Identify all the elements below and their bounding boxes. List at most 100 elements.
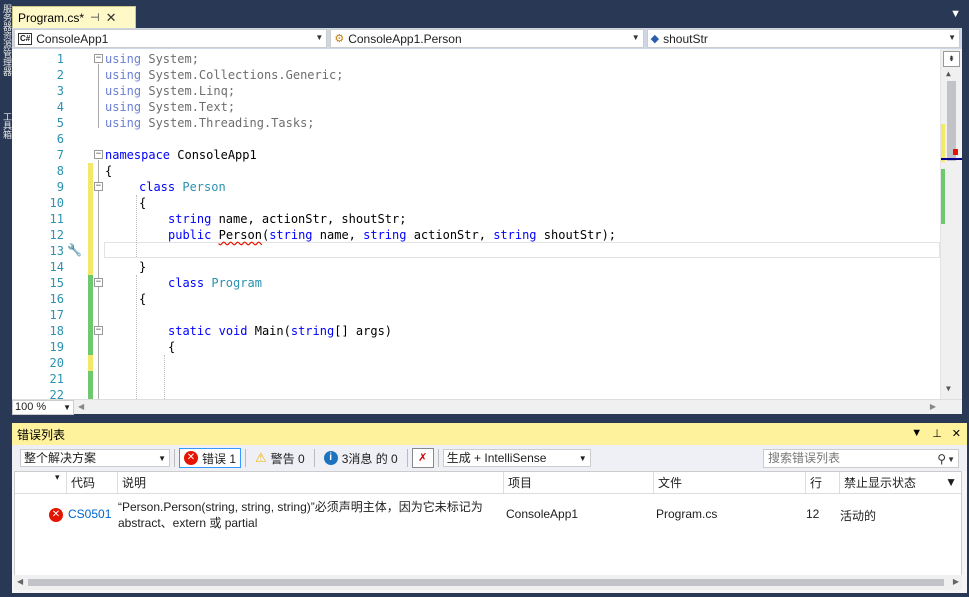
table-row[interactable]: ✕ CS0501 “Person.Person(string, string, … — [15, 494, 961, 538]
search-placeholder: 搜索错误列表 — [768, 451, 841, 465]
column-header-file[interactable]: 文件 — [654, 472, 806, 494]
line-number: 19 — [49, 340, 64, 354]
toolbar-separator — [406, 449, 408, 467]
column-header-severity[interactable]: ▾ — [15, 472, 67, 494]
field-icon: ◆ — [650, 33, 660, 45]
pin-icon[interactable]: ⊣ — [90, 11, 100, 24]
panel-menu-chevron-icon[interactable]: ▼ — [911, 427, 922, 440]
collapse-icon[interactable]: − — [94, 54, 103, 63]
error-list-column-headers: ▾ 代码 说明 项目 文件 行 禁止显示状态 ▼ — [15, 472, 961, 494]
column-header-code[interactable]: 代码 — [67, 472, 118, 494]
line-number: 17 — [49, 308, 64, 322]
quick-actions-screwdriver-icon[interactable]: 🔧 — [67, 243, 82, 257]
error-description-line2: abstract、extern 或 partial — [118, 516, 258, 530]
code-line: class Person — [139, 180, 226, 194]
scroll-left-arrow-icon[interactable]: ◀ — [78, 402, 84, 411]
build-filter-dropdown[interactable]: 生成 + IntelliSense ▼ — [442, 449, 591, 467]
error-list-horizontal-scrollbar[interactable]: ◀ ▶ — [14, 575, 962, 590]
tab-overflow-chevron-icon[interactable]: ▼ — [950, 8, 961, 20]
messages-count-label: 3消息 的 0 — [341, 451, 398, 466]
line-number: 4 — [56, 100, 64, 114]
scroll-up-arrow-icon[interactable]: ▲ — [946, 69, 951, 78]
scroll-error-marker — [953, 149, 958, 155]
error-squiggle: Person — [218, 228, 262, 242]
code-line: public Person(string name, string action… — [168, 228, 617, 242]
line-number: 18 — [49, 324, 64, 338]
scrollbar-thumb[interactable] — [28, 579, 944, 586]
line-number: 13 — [49, 244, 64, 258]
pin-icon[interactable]: ⊥ — [932, 427, 942, 440]
search-icon[interactable]: ⚲ — [937, 451, 946, 468]
current-line-highlight — [104, 242, 940, 258]
member-dropdown[interactable]: ◆ shoutStr ▼ — [646, 29, 960, 48]
error-suppression-state: 活动的 — [840, 509, 877, 523]
scroll-change-marker — [941, 124, 945, 162]
collapse-icon[interactable]: − — [94, 150, 103, 159]
scroll-right-arrow-icon[interactable]: ▶ — [930, 402, 936, 411]
warnings-filter-button[interactable]: ⚠ 警告 0 — [250, 448, 310, 468]
scope-dropdown[interactable]: 整个解决方案 ▼ — [20, 449, 170, 467]
editor-zoom-bar: 100 % ▼ ◀ ▶ — [12, 399, 962, 415]
filter-funnel-icon[interactable]: ▼ — [945, 475, 957, 489]
errors-count-label: 错误 1 — [202, 451, 237, 466]
error-list-header: 错误列表 ▼ ⊥ ✕ — [12, 423, 967, 445]
chevron-down-icon: ▼ — [315, 33, 324, 42]
line-number: 15 — [49, 276, 64, 290]
indent-guide — [136, 275, 137, 399]
code-line: using System.Linq; — [105, 84, 236, 98]
error-line: 12 — [806, 507, 820, 521]
close-icon[interactable]: ✕ — [106, 10, 117, 26]
chevron-down-icon[interactable]: ▼ — [947, 451, 955, 468]
warning-icon: ⚠ — [255, 450, 267, 465]
code-editor[interactable]: 1 2 3 4 5 6 7 8 9 10 11 12 13 14 15 16 1… — [12, 49, 962, 399]
chevron-down-icon: ▼ — [578, 454, 587, 463]
column-header-line[interactable]: 行 — [806, 472, 840, 494]
code-line: class Program — [168, 276, 262, 290]
column-header-project[interactable]: 项目 — [504, 472, 654, 494]
line-number: 11 — [49, 212, 64, 226]
errors-filter-button[interactable]: ✕ 错误 1 — [179, 448, 242, 468]
code-line: { — [139, 196, 147, 210]
editor-vertical-scrollbar[interactable]: ⇟ ▲ ▼ — [940, 49, 962, 399]
code-line: using System.Collections.Generic; — [105, 68, 344, 82]
tab-program-cs[interactable]: Program.cs* ⊣ ✕ — [12, 6, 136, 28]
collapse-icon[interactable]: − — [94, 326, 103, 335]
search-error-list-input[interactable]: 搜索错误列表 ⚲ ▼ — [763, 449, 959, 468]
navigation-bar: C# ConsoleApp1 ▼ ⚙ ConsoleApp1.Person ▼ … — [12, 28, 962, 49]
error-code-link[interactable]: CS0501 — [64, 507, 111, 521]
line-number: 12 — [49, 228, 64, 242]
project-dropdown[interactable]: C# ConsoleApp1 ▼ — [14, 29, 328, 48]
collapse-icon[interactable]: − — [94, 182, 103, 191]
error-icon: ✕ — [184, 451, 198, 465]
error-project: ConsoleApp1 — [506, 507, 579, 521]
line-number: 3 — [56, 84, 64, 98]
line-number: 2 — [56, 68, 64, 82]
column-header-description[interactable]: 说明 — [118, 472, 504, 494]
tab-title: Program.cs* — [18, 10, 85, 25]
error-list-panel: 错误列表 ▼ ⊥ ✕ 整个解决方案 ▼ ✕ 错误 1 ⚠ 警告 0 i 3消息 … — [12, 423, 967, 593]
scroll-down-arrow-icon[interactable]: ▼ — [946, 384, 951, 393]
line-number: 16 — [49, 292, 64, 306]
chevron-down-icon: ▼ — [158, 454, 166, 463]
code-line: string name, actionStr, shoutStr; — [168, 212, 407, 226]
fold-guide — [98, 64, 99, 128]
line-number: 22 — [49, 388, 64, 399]
change-marker-green — [88, 371, 93, 399]
code-line: using System; — [105, 52, 199, 66]
close-icon[interactable]: ✕ — [952, 427, 961, 440]
split-editor-icon[interactable]: ⇟ — [943, 51, 960, 67]
zoom-dropdown[interactable]: 100 % ▼ — [12, 400, 74, 415]
type-dropdown[interactable]: ⚙ ConsoleApp1.Person ▼ — [330, 29, 644, 48]
clear-filter-icon[interactable]: ✗ — [411, 448, 434, 468]
scroll-right-arrow-icon[interactable]: ▶ — [953, 577, 959, 586]
scroll-left-arrow-icon[interactable]: ◀ — [17, 577, 23, 586]
toolbar-separator — [313, 449, 315, 467]
code-line: namespace ConsoleApp1 — [105, 148, 257, 162]
zoom-value: 100 % — [15, 401, 47, 413]
line-number: 21 — [49, 372, 64, 386]
messages-filter-button[interactable]: i 3消息 的 0 — [319, 448, 403, 468]
column-header-suppression[interactable]: 禁止显示状态 — [840, 472, 962, 494]
csharp-project-icon: C# — [18, 32, 33, 45]
code-line: using System.Threading.Tasks; — [105, 116, 315, 130]
collapse-icon[interactable]: − — [94, 278, 103, 287]
